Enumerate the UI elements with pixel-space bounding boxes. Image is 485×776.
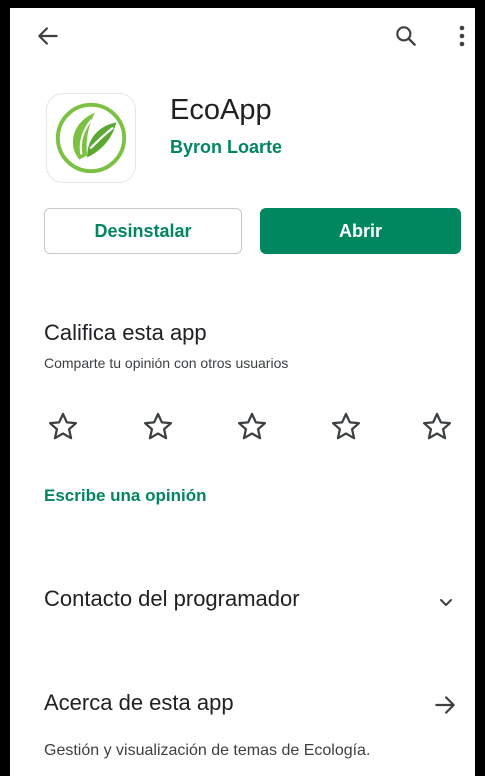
app-icon [47,94,135,182]
star-1-button[interactable] [44,408,82,446]
star-outline-icon [143,412,173,440]
arrow-forward-icon [435,696,455,714]
star-rating [44,408,469,448]
star-outline-icon [237,412,267,440]
about-app-title[interactable]: Acerca de esta app [44,690,234,716]
top-app-bar [10,8,475,64]
uninstall-button[interactable]: Desinstalar [44,208,242,254]
more-vert-icon [459,25,465,47]
more-options-button[interactable] [450,20,474,52]
star-outline-icon [48,412,78,440]
arrow-back-icon [38,27,58,45]
rate-app-subtitle: Comparte tu opinión con otros usuarios [44,355,289,371]
app-title: EcoApp [170,94,272,126]
star-4-button[interactable] [327,408,365,446]
leaf-logo-icon [55,102,127,174]
star-5-button[interactable] [418,408,456,446]
star-3-button[interactable] [233,408,271,446]
about-open-button[interactable] [432,692,458,718]
search-icon [396,26,416,46]
back-button[interactable] [32,20,64,52]
developer-link[interactable]: Byron Loarte [170,137,282,158]
write-review-link[interactable]: Escribe una opinión [44,486,206,506]
rate-app-title: Califica esta app [44,320,207,345]
star-2-button[interactable] [139,408,177,446]
about-app-description: Gestión y visualización de temas de Ecol… [44,742,371,759]
open-button[interactable]: Abrir [260,208,461,254]
star-outline-icon [422,412,452,440]
search-button[interactable] [390,20,422,52]
chevron-down-icon [440,599,452,606]
contact-expand-button[interactable] [434,590,458,614]
contact-developer-title[interactable]: Contacto del programador [44,586,300,612]
app-details-screen: EcoApp Byron Loarte Desinstalar Abrir Ca… [10,8,475,776]
star-outline-icon [331,412,361,440]
